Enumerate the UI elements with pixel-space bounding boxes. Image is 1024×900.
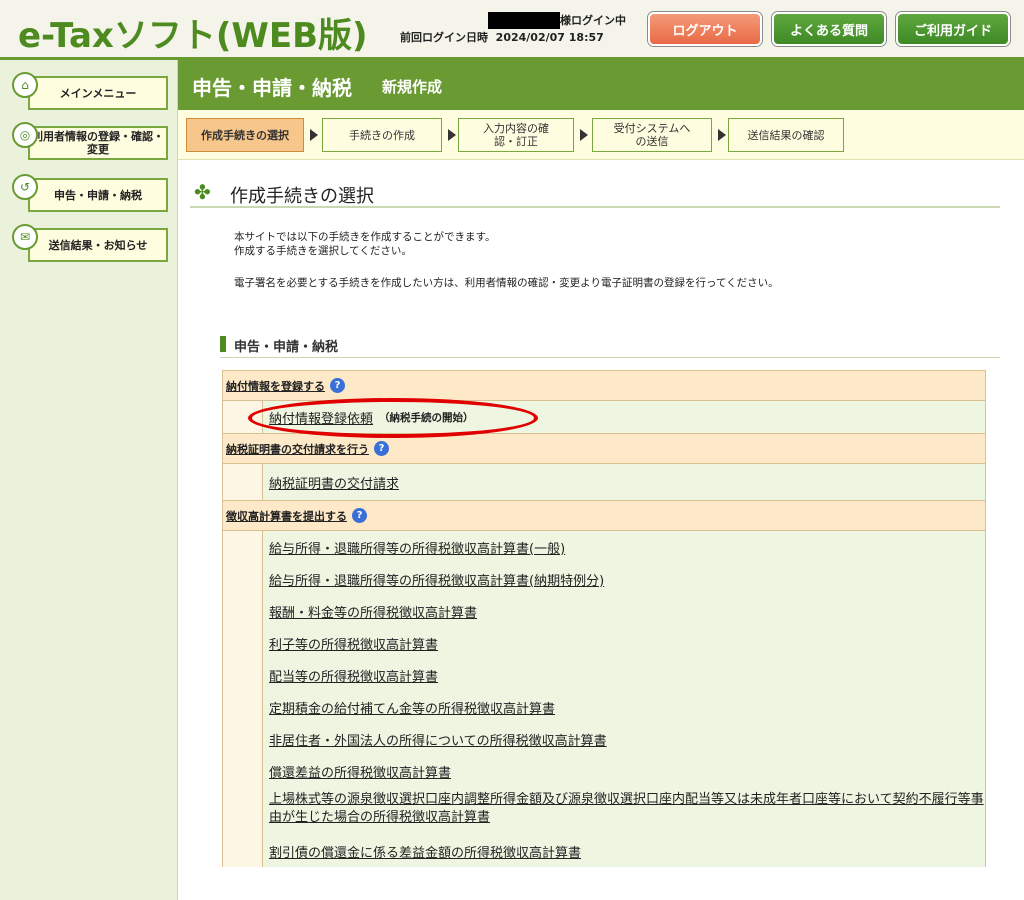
step-indicator: 作成手続きの選択 手続きの作成 入力内容の確認・訂正 受付システムへの送信 送信… (178, 110, 1024, 160)
login-info: 様ログイン中 前回ログイン日時 2024/02/07 18:57 (400, 12, 640, 46)
step-arrow-icon (448, 129, 456, 141)
description-line-3: 電子署名を必要とする手続きを作成したい方は、利用者情報の確認・変更より電子証明書… (234, 277, 779, 289)
heading-bar (220, 336, 226, 352)
group-body: 納付情報登録依頼 （納税手続の開始） (223, 401, 985, 434)
description-line-1: 本サイトでは以下の手続きを作成することができます。 (234, 231, 496, 243)
sidebar-item-filing[interactable]: ↺ 申告・申請・納税 (12, 174, 168, 212)
list-item: 利子等の所得税徴収高計算書 (263, 627, 985, 659)
list-item: 償還差益の所得税徴収高計算書 (263, 755, 985, 787)
list-item: 納税証明書の交付請求 (263, 464, 985, 500)
list-item: 割引債の償還金に係る差益金額の所得税徴収高計算書 (263, 835, 985, 867)
last-login-label: 前回ログイン日時 (400, 31, 488, 44)
faq-button[interactable]: よくある質問 (772, 12, 886, 46)
sidebar-item-label: メインメニュー (28, 76, 168, 110)
section-title: ✤ 作成手続きの選択 (190, 178, 1000, 208)
login-status: 様ログイン中 (560, 14, 626, 27)
procedure-note: （納税手続の開始） (379, 411, 474, 424)
help-icon[interactable]: ? (352, 508, 367, 523)
group-body: 納税証明書の交付請求 (223, 464, 985, 501)
list-item: 給与所得・退職所得等の所得税徴収高計算書(一般) (263, 531, 985, 563)
group-header-payment-info: 納付情報を登録する? (223, 371, 985, 401)
procedure-link[interactable]: 割引債の償還金に係る差益金額の所得税徴収高計算書 (269, 842, 581, 861)
list-item: 配当等の所得税徴収高計算書 (263, 659, 985, 691)
procedure-link[interactable]: 給与所得・退職所得等の所得税徴収高計算書(納期特例分) (269, 570, 604, 589)
procedure-link[interactable]: 配当等の所得税徴収高計算書 (269, 666, 438, 685)
sidebar-item-user-info[interactable]: ◎ 利用者情報の登録・確認・変更 (12, 122, 168, 160)
procedure-link[interactable]: 利子等の所得税徴収高計算書 (269, 634, 438, 653)
procedure-link[interactable]: 償還差益の所得税徴収高計算書 (269, 762, 451, 781)
page-subtitle: 新規作成 (382, 78, 443, 96)
home-icon: ⌂ (12, 72, 38, 98)
list-item: 納付情報登録依頼 （納税手続の開始） (263, 401, 985, 433)
guide-button[interactable]: ご利用ガイド (896, 12, 1010, 46)
user-info-icon: ◎ (12, 122, 38, 148)
step-arrow-icon (310, 129, 318, 141)
procedure-link[interactable]: 納付情報登録依頼 (269, 408, 373, 427)
mail-icon: ✉ (12, 224, 38, 250)
app-header: e-Taxソフト(WEB版) 様ログイン中 前回ログイン日時 2024/02/0… (0, 0, 1024, 60)
list-item: 給与所得・退職所得等の所得税徴収高計算書(納期特例分) (263, 563, 985, 595)
redacted-user-name (488, 12, 560, 29)
procedure-link[interactable]: 納税証明書の交付請求 (269, 473, 399, 492)
group-header-link[interactable]: 納付情報を登録する (226, 378, 325, 394)
last-login-value: 2024/02/07 18:57 (495, 31, 604, 44)
step-send-to-system: 受付システムへの送信 (592, 118, 712, 152)
logout-button[interactable]: ログアウト (648, 12, 762, 46)
procedure-table: 納付情報を登録する? 納付情報登録依頼 （納税手続の開始） 納税証明書の交付請求… (222, 370, 986, 867)
description-line-2: 作成する手続きを選択してください。 (234, 245, 412, 257)
list-item: 報酬・料金等の所得税徴収高計算書 (263, 595, 985, 627)
group-header-link[interactable]: 納税証明書の交付請求を行う (226, 441, 369, 457)
help-icon[interactable]: ? (374, 441, 389, 456)
procedure-link[interactable]: 定期積金の給付補てん金等の所得税徴収高計算書 (269, 698, 555, 717)
page-title: 申告・申請・納税 (192, 76, 352, 100)
sidebar-item-main-menu[interactable]: ⌂ メインメニュー (12, 72, 168, 110)
list-item: 定期積金の給付補てん金等の所得税徴収高計算書 (263, 691, 985, 723)
sidebar-item-label: 申告・申請・納税 (28, 178, 168, 212)
clover-icon: ✤ (194, 180, 211, 204)
procedure-link[interactable]: 給与所得・退職所得等の所得税徴収高計算書(一般) (269, 538, 565, 557)
step-confirm-results: 送信結果の確認 (728, 118, 844, 152)
group-body: 給与所得・退職所得等の所得税徴収高計算書(一般) 給与所得・退職所得等の所得税徴… (223, 531, 985, 867)
sidebar-item-results[interactable]: ✉ 送信結果・お知らせ (12, 224, 168, 262)
list-item: 上場株式等の源泉徴収選択口座内調整所得金額及び源泉徴収選択口座内配当等又は未成年… (263, 787, 985, 835)
step-select-procedure: 作成手続きの選択 (186, 118, 304, 152)
group-header-withholding: 徴収高計算書を提出する? (223, 501, 985, 531)
step-arrow-icon (580, 129, 588, 141)
procedure-link[interactable]: 報酬・料金等の所得税徴収高計算書 (269, 602, 477, 621)
sidebar: ⌂ メインメニュー ◎ 利用者情報の登録・確認・変更 ↺ 申告・申請・納税 ✉ … (0, 60, 178, 900)
step-arrow-icon (718, 129, 726, 141)
step-create-procedure: 手続きの作成 (322, 118, 442, 152)
etax-logo: e-Taxソフト(WEB版) (18, 16, 368, 56)
sub-heading-text: 申告・申請・納税 (234, 340, 339, 355)
group-header-link[interactable]: 徴収高計算書を提出する (226, 508, 347, 524)
help-icon[interactable]: ? (330, 378, 345, 393)
sidebar-item-label: 送信結果・お知らせ (28, 228, 168, 262)
section-title-text: 作成手続きの選択 (230, 186, 374, 207)
list-item: 非居住者・外国法人の所得についての所得税徴収高計算書 (263, 723, 985, 755)
page-title-bar: 申告・申請・納税 新規作成 (178, 60, 1024, 110)
procedure-link[interactable]: 上場株式等の源泉徴収選択口座内調整所得金額及び源泉徴収選択口座内配当等又は未成年… (269, 791, 985, 827)
step-confirm-input: 入力内容の確認・訂正 (458, 118, 574, 152)
sub-heading: 申告・申請・納税 (220, 334, 1000, 358)
procedure-link[interactable]: 非居住者・外国法人の所得についての所得税徴収高計算書 (269, 730, 607, 749)
sidebar-item-label: 利用者情報の登録・確認・変更 (28, 126, 168, 160)
group-header-tax-certificate: 納税証明書の交付請求を行う? (223, 434, 985, 464)
document-icon: ↺ (12, 174, 38, 200)
